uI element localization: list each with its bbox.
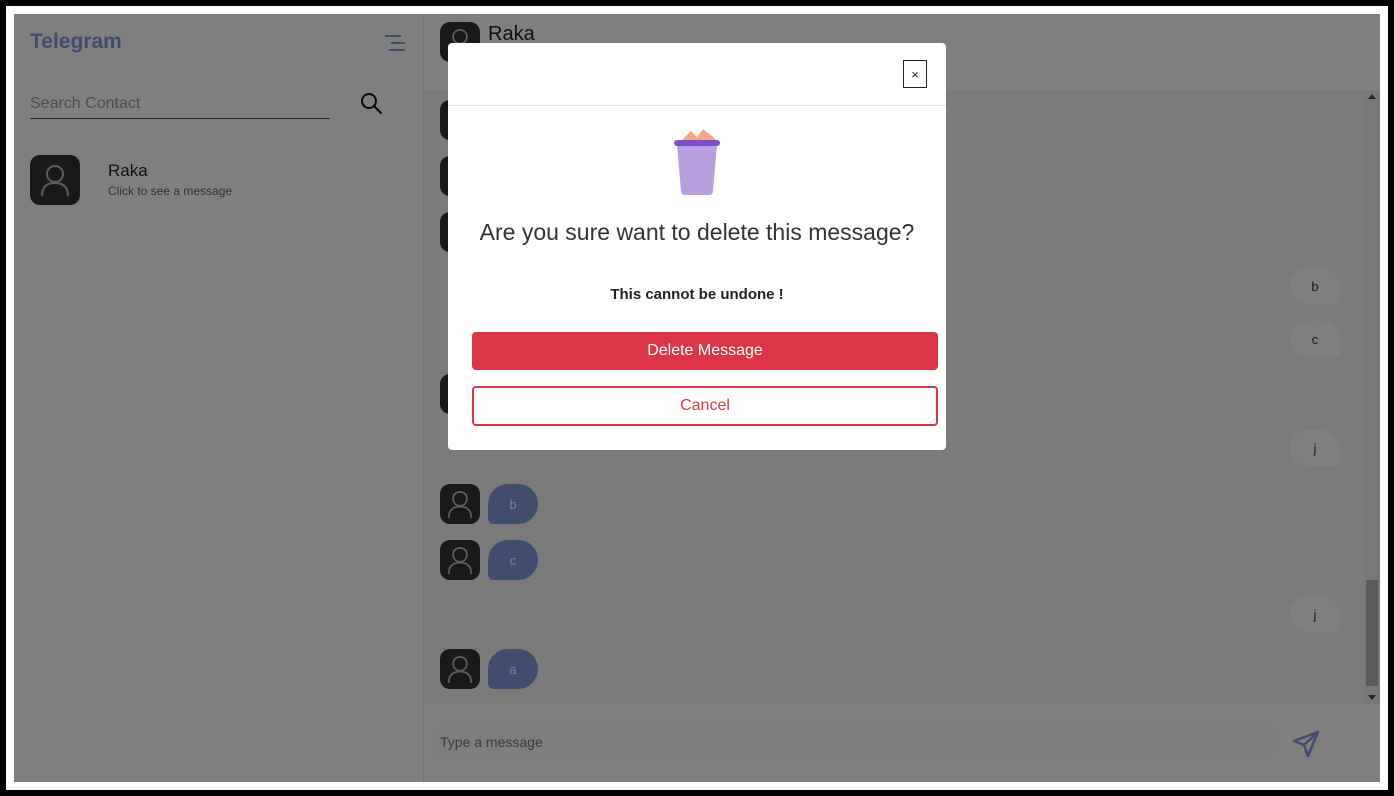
modal-header: ×	[448, 43, 946, 106]
modal-subtitle: This cannot be undone !	[610, 286, 784, 303]
delete-message-button[interactable]: Delete Message	[472, 332, 938, 370]
cancel-button[interactable]: Cancel	[472, 386, 938, 426]
modal-title: Are you sure want to delete this message…	[479, 219, 915, 245]
telegram-app: Telegram Raka Click to see a message	[14, 14, 1380, 782]
close-button[interactable]: ×	[903, 60, 927, 88]
trash-icon	[674, 129, 720, 195]
delete-message-dialog: × Are you sure want to delete this messa…	[448, 43, 946, 450]
